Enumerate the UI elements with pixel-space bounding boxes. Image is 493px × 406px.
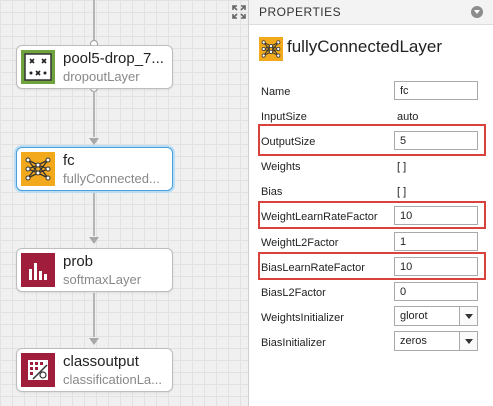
input-size-label: InputSize: [261, 111, 307, 123]
weight-l2-factor-label: WeightL2Factor: [261, 237, 339, 249]
weights-initializer-label: WeightsInitializer: [261, 312, 344, 324]
properties-title: PROPERTIES: [259, 5, 342, 19]
connection-edge: [93, 293, 95, 337]
highlight-output-size: [258, 124, 486, 156]
weights-initializer-value: glorot: [400, 310, 428, 322]
weights-value: [ ]: [397, 161, 407, 173]
connection-edge: [93, 192, 95, 236]
fully-connected-layer-icon: [21, 152, 55, 186]
dropout-layer-icon: [21, 50, 55, 84]
name-label: Name: [261, 86, 291, 98]
highlight-bias-learn-rate-factor: [258, 252, 486, 280]
layer-type: fullyConnected...: [63, 171, 160, 186]
softmax-layer-icon: [21, 253, 55, 287]
collapse-icon[interactable]: [471, 6, 483, 18]
weights-label: Weights: [261, 161, 301, 173]
bias-l2-factor-field[interactable]: 0: [394, 282, 478, 301]
weight-l2-factor-field[interactable]: 1: [394, 232, 478, 251]
layer-type: softmaxLayer: [63, 272, 142, 287]
input-size-value: auto: [397, 111, 419, 123]
layer-type: classificationLa...: [63, 372, 162, 387]
bias-l2-factor-label: BiasL2Factor: [261, 287, 326, 299]
chevron-down-icon[interactable]: [459, 332, 477, 350]
name-field[interactable]: fc: [394, 81, 478, 100]
arrow-head: [89, 138, 99, 145]
layer-name: fc: [63, 152, 75, 169]
expand-icon[interactable]: [232, 5, 246, 19]
layer-type-title: fullyConnectedLayer: [287, 37, 442, 56]
bias-initializer-value: zeros: [400, 335, 427, 347]
arrow-head: [89, 338, 99, 345]
layer-node-pool5-drop[interactable]: pool5-drop_7... dropoutLayer: [16, 45, 173, 89]
layer-type: dropoutLayer: [63, 69, 140, 84]
layer-name: classoutput: [63, 353, 139, 370]
arrow-head: [89, 237, 99, 244]
layer-node-fc[interactable]: fc fullyConnected...: [16, 147, 173, 191]
layer-name: prob: [63, 253, 94, 270]
layer-node-classoutput[interactable]: classoutput classificationLa...: [16, 348, 173, 392]
network-canvas[interactable]: pool5-drop_7... dropoutLayer fc fullyCon…: [0, 0, 248, 406]
weights-initializer-select[interactable]: glorot: [394, 306, 478, 326]
connection-edge: [93, 91, 95, 137]
bias-label: Bias: [261, 186, 283, 198]
bias-value: [ ]: [397, 186, 407, 198]
highlight-weight-learn-rate-factor: [258, 201, 486, 229]
layer-type-icon: [259, 37, 283, 61]
bias-initializer-label: BiasInitializer: [261, 337, 326, 349]
properties-panel: PROPERTIES fullyConnectedLayer Name fc I…: [248, 0, 493, 406]
connection-edge: [93, 0, 95, 44]
chevron-down-icon[interactable]: [459, 307, 477, 325]
bias-initializer-select[interactable]: zeros: [394, 331, 478, 351]
classification-layer-icon: [21, 353, 55, 387]
properties-header: PROPERTIES: [249, 0, 493, 25]
layer-name: pool5-drop_7...: [63, 50, 164, 67]
layer-node-prob[interactable]: prob softmaxLayer: [16, 248, 173, 292]
